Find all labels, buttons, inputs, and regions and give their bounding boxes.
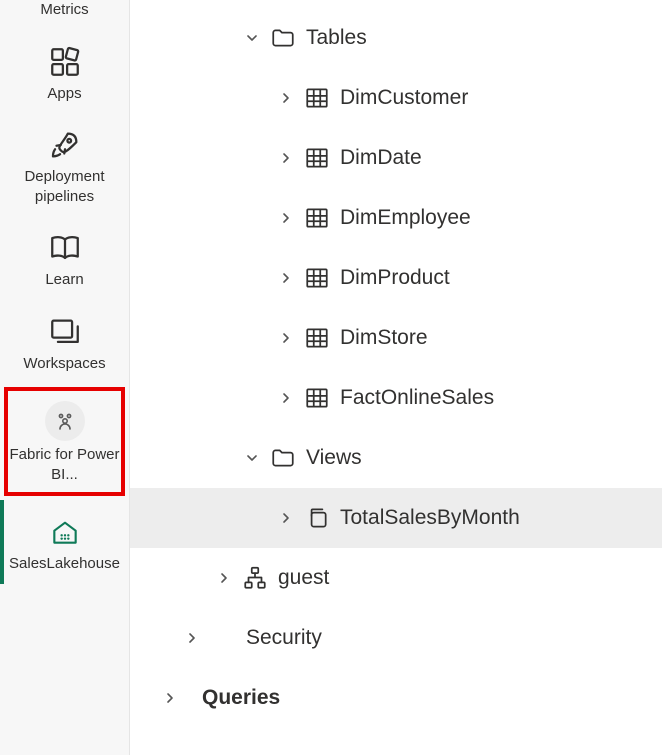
schema-icon: [238, 565, 272, 591]
sidebar-item-label: Learn: [45, 270, 83, 290]
chevron-right-icon: [272, 390, 300, 406]
rocket-icon: [47, 127, 83, 163]
sidebar-item-label: Deployment pipelines: [4, 167, 125, 206]
tree-table[interactable]: DimDate: [130, 128, 662, 188]
chevron-down-icon: [238, 30, 266, 46]
table-icon: [300, 85, 334, 111]
folder-icon: [266, 445, 300, 471]
sidebar-item-metrics[interactable]: Metrics: [0, 0, 129, 30]
chevron-right-icon: [272, 510, 300, 526]
book-icon: [47, 230, 83, 266]
tree-table[interactable]: DimEmployee: [130, 188, 662, 248]
nav-sidebar: Metrics Apps Deployment pipelines: [0, 0, 130, 755]
lakehouse-icon: [47, 514, 83, 550]
sidebar-item-label: Metrics: [40, 0, 88, 20]
sidebar-item-label: Workspaces: [23, 354, 105, 374]
tree-table[interactable]: DimProduct: [130, 248, 662, 308]
chevron-right-icon: [272, 90, 300, 106]
table-icon: [300, 205, 334, 231]
tree-label: FactOnlineSales: [334, 386, 494, 410]
chevron-right-icon: [272, 270, 300, 286]
sidebar-item-deployment-pipelines[interactable]: Deployment pipelines: [0, 113, 129, 216]
tree-table[interactable]: DimStore: [130, 308, 662, 368]
chevron-right-icon: [272, 210, 300, 226]
chevron-right-icon: [272, 330, 300, 346]
chevron-right-icon: [210, 570, 238, 586]
sidebar-item-workspaces[interactable]: Workspaces: [0, 300, 129, 384]
tree-item-queries[interactable]: Queries: [130, 668, 662, 728]
tree-label: DimCustomer: [334, 86, 468, 110]
tree-folder-tables[interactable]: Tables: [130, 8, 662, 68]
tree-folder-views[interactable]: Views: [130, 428, 662, 488]
chevron-right-icon: [178, 630, 206, 646]
table-icon: [300, 385, 334, 411]
sidebar-item-label: Apps: [47, 84, 81, 104]
sidebar-item-apps[interactable]: Apps: [0, 30, 129, 114]
chevron-right-icon: [272, 150, 300, 166]
tree-label: DimEmployee: [334, 206, 471, 230]
tree-item-security[interactable]: Security: [130, 608, 662, 668]
tree-label: Tables: [300, 26, 367, 50]
table-icon: [300, 265, 334, 291]
tree-label: TotalSalesByMonth: [334, 506, 520, 530]
view-icon: [300, 505, 334, 531]
tree-label: Security: [240, 626, 322, 650]
sidebar-item-fabric-for-power-bi[interactable]: Fabric for Power BI...: [4, 387, 125, 496]
sidebar-item-label: SalesLakehouse: [9, 554, 120, 574]
tree-label: DimProduct: [334, 266, 450, 290]
table-icon: [300, 145, 334, 171]
sidebar-item-saleslakehouse[interactable]: SalesLakehouse: [0, 500, 129, 584]
tree-label: Queries: [196, 686, 280, 710]
people-icon: [45, 401, 85, 441]
tree-label: Views: [300, 446, 362, 470]
chevron-down-icon: [238, 450, 266, 466]
tree-label: DimDate: [334, 146, 422, 170]
sidebar-item-learn[interactable]: Learn: [0, 216, 129, 300]
tree-schema-guest[interactable]: guest: [130, 548, 662, 608]
tree-label: guest: [272, 566, 329, 590]
tree-label: DimStore: [334, 326, 428, 350]
table-icon: [300, 325, 334, 351]
sidebar-item-label: Fabric for Power BI...: [8, 445, 121, 484]
chevron-right-icon: [156, 690, 184, 706]
tree-table[interactable]: FactOnlineSales: [130, 368, 662, 428]
explorer-tree: Tables DimCustomer DimDate DimEmployee: [130, 0, 662, 755]
folder-icon: [266, 25, 300, 51]
tree-table[interactable]: DimCustomer: [130, 68, 662, 128]
tree-view[interactable]: TotalSalesByMonth: [130, 488, 662, 548]
workspaces-icon: [47, 314, 83, 350]
apps-icon: [47, 44, 83, 80]
